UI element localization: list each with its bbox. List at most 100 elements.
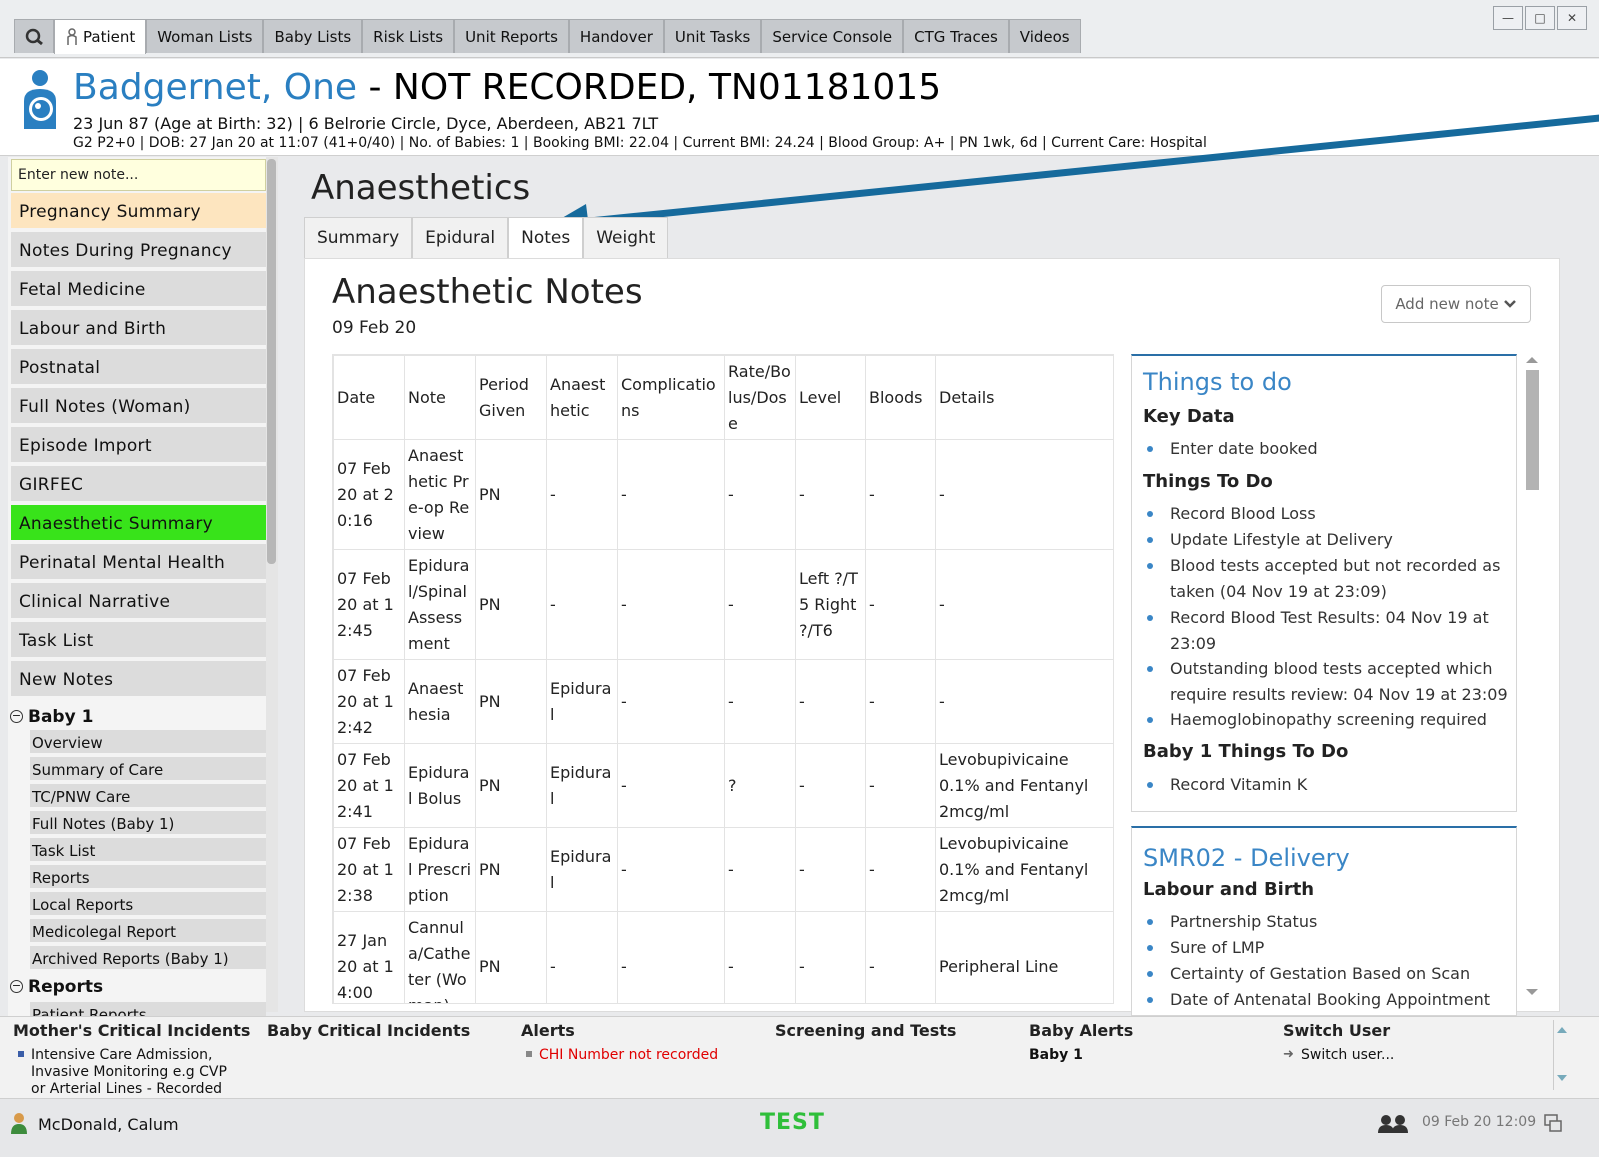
sidebar-item-clinical-narrative[interactable]: Clinical Narrative xyxy=(11,583,266,620)
scroll-up-icon[interactable] xyxy=(1523,354,1541,366)
tab-risk-lists[interactable]: Risk Lists xyxy=(362,19,455,53)
sidebar-subitem-archived-reports[interactable]: Archived Reports (Baby 1) xyxy=(30,946,266,971)
sidebar-item-anaesthetic-summary[interactable]: Anaesthetic Summary xyxy=(11,505,266,542)
sidebar-subitem-medicolegal-report[interactable]: Medicolegal Report xyxy=(30,919,266,944)
table-row[interactable]: 07 Feb 20 at 12:38 Epidural Prescription P… xyxy=(333,827,1113,912)
sidebar-subitem-tc-pnw-care[interactable]: TC/PNW Care xyxy=(30,784,266,809)
sidebar-item-pregnancy-summary[interactable]: Pregnancy Summary xyxy=(11,193,266,230)
table-row[interactable]: 07 Feb 20 at 12:41 Epidural Bolus PN Epidur… xyxy=(333,743,1113,828)
table-row[interactable]: 07 Feb 20 at 12:45 Epidural/Spinal Assess… xyxy=(333,549,1113,660)
sidebar-item-new-notes[interactable]: New Notes xyxy=(11,661,266,698)
todo-item[interactable]: Enter date booked xyxy=(1147,436,1510,462)
todo-item[interactable]: Record Blood Loss xyxy=(1147,501,1510,527)
tab-summary[interactable]: Summary xyxy=(304,217,413,259)
sidebar-subitem-patient-reports[interactable]: Patient Reports xyxy=(30,1002,266,1017)
todo-item[interactable]: Record Blood Test Results: 04 Nov 19 at … xyxy=(1147,605,1510,657)
right-panel-scrollbar[interactable] xyxy=(1523,354,1541,1006)
tab-videos[interactable]: Videos xyxy=(1008,19,1081,53)
sidebar-item-full-notes-woman[interactable]: Full Notes (Woman) xyxy=(11,388,266,425)
switch-user-link[interactable]: Switch user... xyxy=(1301,1047,1394,1064)
column-header[interactable]: Details xyxy=(935,355,1113,440)
smr-item[interactable]: Partnership Status xyxy=(1147,909,1510,935)
tab-ctg-traces[interactable]: CTG Traces xyxy=(903,19,1009,53)
column-header[interactable]: Date xyxy=(333,355,405,440)
tab-woman-lists[interactable]: Woman Lists xyxy=(146,19,264,53)
sidebar-item-girfec[interactable]: GIRFEC xyxy=(11,466,266,503)
sidebar-item-labour-and-birth[interactable]: Labour and Birth xyxy=(11,310,266,347)
date-cell: 07 Feb 20 at 12:38 xyxy=(333,827,405,912)
tab-weight[interactable]: Weight xyxy=(583,217,669,259)
sidebar-subitem-reports[interactable]: Reports xyxy=(30,865,266,890)
scrollbar-thumb[interactable] xyxy=(1526,370,1539,490)
todo-item[interactable]: Update Lifestyle at Delivery xyxy=(1147,527,1510,553)
sidebar-subitem-full-notes-baby[interactable]: Full Notes (Baby 1) xyxy=(30,811,266,836)
column-header[interactable]: Complications xyxy=(617,355,725,440)
users-icon[interactable] xyxy=(1376,1114,1412,1134)
column-header[interactable]: Level xyxy=(795,355,866,440)
tab-unit-reports[interactable]: Unit Reports xyxy=(454,19,569,53)
screening-and-tests-heading: Screening and Tests xyxy=(775,1021,957,1040)
column-header[interactable]: Anaesthetic xyxy=(546,355,618,440)
todo-item[interactable]: Blood tests accepted but not recorded as… xyxy=(1147,553,1510,605)
table-row[interactable]: 07 Feb 20 at 12:42 Anaesthesia PN Epidural -… xyxy=(333,659,1113,744)
sidebar-item-task-list[interactable]: Task List xyxy=(11,622,266,659)
collapse-icon[interactable]: − xyxy=(10,710,23,723)
smr02-panel: SMR02 - Delivery Labour and Birth Partne… xyxy=(1131,826,1517,1016)
scroll-up-icon[interactable] xyxy=(1554,1024,1570,1036)
table-row[interactable]: 27 Jan 20 at 14:00Cannula/Catheter (Woma… xyxy=(333,911,1113,1003)
smr-item[interactable]: Certainty of Gestation Based on Scan xyxy=(1147,961,1510,987)
todo-item[interactable]: Haemoglobinopathy screening required xyxy=(1147,707,1510,733)
sidebar-item-notes-during-pregnancy[interactable]: Notes During Pregnancy xyxy=(11,232,266,269)
tab-epidural[interactable]: Epidural xyxy=(412,217,509,259)
add-new-note-button[interactable]: Add new note xyxy=(1381,285,1531,323)
todo-item[interactable]: Record Vitamin K xyxy=(1147,772,1510,798)
sidebar-item-episode-import[interactable]: Episode Import xyxy=(11,427,266,464)
scrollbar-thumb[interactable] xyxy=(267,159,276,564)
maximize-button[interactable]: □ xyxy=(1525,6,1555,30)
todo-item[interactable]: Outstanding blood tests accepted which r… xyxy=(1147,656,1510,708)
collapse-icon[interactable]: − xyxy=(10,980,23,993)
tab-unit-tasks[interactable]: Unit Tasks xyxy=(663,19,762,53)
tab-service-console[interactable]: Service Console xyxy=(761,19,904,53)
new-note-input[interactable]: Enter new note... xyxy=(11,159,266,191)
page-title: Anaesthetics xyxy=(311,168,531,208)
column-header[interactable]: Period Given xyxy=(475,355,547,440)
alert-item[interactable]: CHI Number not recorded xyxy=(539,1047,718,1064)
sidebar-subitem-summary-of-care[interactable]: Summary of Care xyxy=(30,757,266,782)
sidebar-item-perinatal-mental-health[interactable]: Perinatal Mental Health xyxy=(11,544,266,581)
sidebar-item-postnatal[interactable]: Postnatal xyxy=(11,349,266,386)
sidebar-subitem-overview[interactable]: Overview xyxy=(30,730,266,755)
sidebar-group-reports[interactable]: − Reports xyxy=(8,977,103,997)
tab-search[interactable] xyxy=(14,19,54,53)
annotation-arrow xyxy=(550,114,1599,236)
smr-item[interactable]: Date of Antenatal Booking Appointment or xyxy=(1147,987,1510,1015)
sidebar-subitem-task-list[interactable]: Task List xyxy=(30,838,266,863)
sidebar-group-baby-1[interactable]: − Baby 1 xyxy=(8,707,93,727)
sidebar-item-fetal-medicine[interactable]: Fetal Medicine xyxy=(11,271,266,308)
minimize-button[interactable]: — xyxy=(1493,6,1523,30)
add-note-label: Add new note xyxy=(1395,295,1499,313)
baby-alerts-item[interactable]: Baby 1 xyxy=(1029,1047,1083,1064)
scroll-down-icon[interactable] xyxy=(1523,986,1541,998)
patient-icon xyxy=(67,28,77,45)
sidebar-subitem-local-reports[interactable]: Local Reports xyxy=(30,892,266,917)
sidebar-scrollbar[interactable] xyxy=(266,157,278,1012)
scroll-down-icon[interactable] xyxy=(1554,1072,1570,1084)
window-controls: — □ ✕ xyxy=(1491,6,1587,30)
tab-notes[interactable]: Notes xyxy=(508,217,584,259)
period-cell: PN xyxy=(475,827,547,912)
smr-item[interactable]: Sure of LMP xyxy=(1147,935,1510,961)
bottom-scrollbar[interactable] xyxy=(1553,1020,1569,1090)
group-label: Reports xyxy=(28,977,104,997)
column-header[interactable]: Note xyxy=(404,355,476,440)
close-button[interactable]: ✕ xyxy=(1557,6,1587,30)
tab-baby-lists[interactable]: Baby Lists xyxy=(263,19,363,53)
date-cell: 07 Feb 20 at 12:42 xyxy=(333,659,405,744)
column-header[interactable]: Bloods xyxy=(865,355,936,440)
tab-label: Videos xyxy=(1019,27,1070,46)
column-header[interactable]: Rate/Bolus/Dose xyxy=(724,355,796,440)
tab-handover[interactable]: Handover xyxy=(568,19,664,53)
tab-patient[interactable]: Patient xyxy=(54,19,147,54)
table-row[interactable]: 07 Feb 20 at 20:16 Anaesthetic Pre-op Rev… xyxy=(333,439,1113,550)
window-layout-icon[interactable] xyxy=(1543,1113,1563,1133)
